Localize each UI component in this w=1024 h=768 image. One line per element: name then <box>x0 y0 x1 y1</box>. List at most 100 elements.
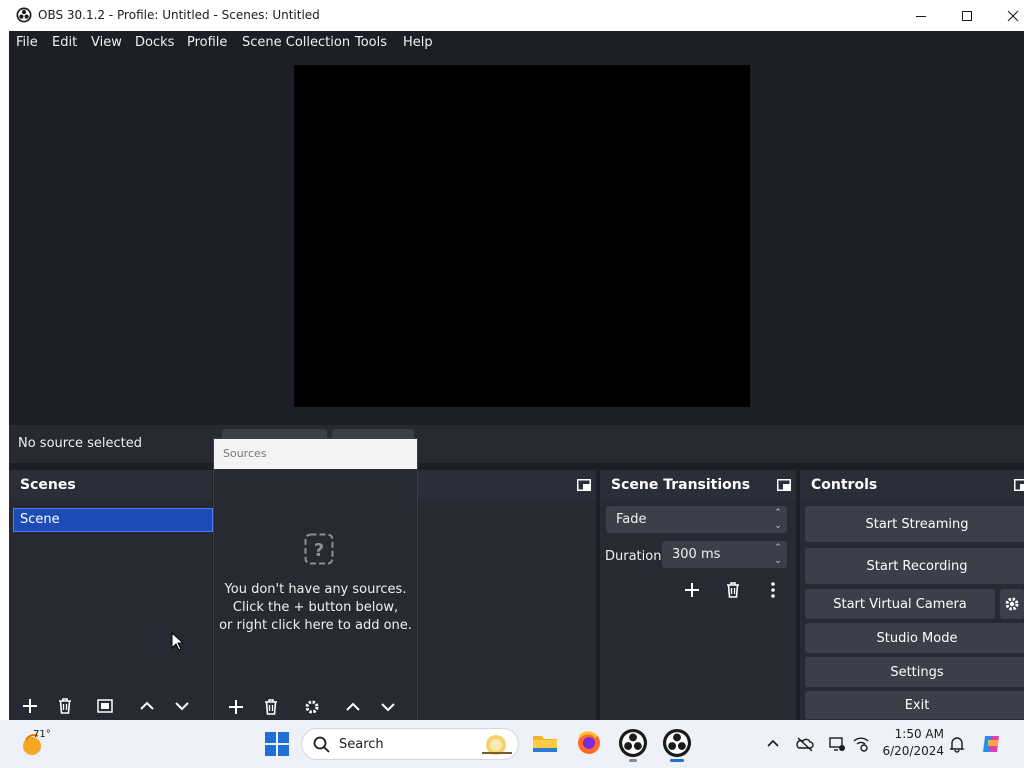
chevron-down-icon <box>381 703 395 712</box>
undock-icon <box>1014 479 1024 491</box>
search-label: Search <box>339 737 384 752</box>
menu-docks[interactable]: Docks <box>135 35 174 50</box>
empty-line-3: or right click here to add one. <box>219 618 412 633</box>
active-indicator <box>670 759 684 762</box>
taskbar-obs-2[interactable] <box>662 728 692 762</box>
spinner-arrows-icon: ⌃ ⌄ <box>774 543 782 566</box>
duration-label: Duration <box>605 549 662 564</box>
scene-transitions-dock: Scene Transitions Fade ⌃ ⌄ Duration 300 m… <box>600 470 796 720</box>
menu-profile[interactable]: Profile <box>187 35 227 50</box>
gear-icon <box>1005 597 1019 611</box>
question-icon: ? <box>304 533 334 565</box>
title-bar: OBS 30.1.2 - Profile: Untitled - Scenes:… <box>0 0 1024 31</box>
transition-select[interactable]: Fade ⌃ ⌄ <box>606 506 787 533</box>
move-source-up-button[interactable] <box>338 693 368 721</box>
transitions-dock-header: Scene Transitions <box>600 470 796 500</box>
sources-dock-titlebar[interactable]: Sources <box>214 439 417 469</box>
display-icon[interactable] <box>828 735 846 753</box>
menu-help[interactable]: Help <box>403 35 433 50</box>
undock-icon <box>577 479 591 491</box>
chevron-up-icon <box>346 702 360 711</box>
copilot-icon[interactable] <box>980 732 1004 756</box>
obs-logo-icon <box>662 728 692 758</box>
chevron-up-icon <box>140 701 154 710</box>
no-source-label: No source selected <box>18 436 142 451</box>
sources-dock-title: Sources <box>223 447 267 460</box>
remove-transition-button[interactable] <box>718 576 748 604</box>
start-recording-button[interactable]: Start Recording <box>805 548 1024 584</box>
transition-select-value: Fade <box>616 512 647 527</box>
start-virtual-camera-button[interactable]: Start Virtual Camera <box>805 589 995 619</box>
preview-canvas[interactable] <box>294 65 750 407</box>
filter-icon <box>97 699 113 713</box>
window-left-edge <box>0 31 9 720</box>
add-source-button[interactable] <box>221 693 251 721</box>
more-vertical-icon <box>771 582 775 598</box>
minimize-icon <box>916 15 926 17</box>
add-scene-button[interactable] <box>15 692 45 720</box>
window-title: OBS 30.1.2 - Profile: Untitled - Scenes:… <box>38 8 320 22</box>
trash-icon <box>727 582 739 598</box>
menu-scene-collection[interactable]: Scene Collection <box>242 35 350 50</box>
remove-scene-button[interactable] <box>50 692 80 720</box>
menu-edit[interactable]: Edit <box>52 35 77 50</box>
virtual-camera-settings-button[interactable] <box>1000 589 1024 619</box>
move-source-down-button[interactable] <box>373 693 403 721</box>
taskbar-firefox[interactable] <box>574 728 604 758</box>
scenes-dock: Scenes Scene <box>9 470 213 720</box>
trash-icon <box>265 699 277 715</box>
clock-time: 1:50 AM <box>894 727 944 741</box>
menu-file[interactable]: File <box>16 35 38 50</box>
menu-bar: File Edit View Docks Profile Scene Colle… <box>9 31 1024 55</box>
settings-button[interactable]: Settings <box>805 657 1024 687</box>
move-scene-down-button[interactable] <box>167 692 197 720</box>
menu-tools[interactable]: Tools <box>355 35 387 50</box>
sources-dock-floating[interactable]: Sources ? You don't have any sources. Cl… <box>213 438 418 721</box>
studio-mode-button[interactable]: Studio Mode <box>805 623 1024 653</box>
mouse-cursor-icon <box>171 632 184 651</box>
onedrive-offline-icon[interactable] <box>796 735 814 753</box>
start-button[interactable] <box>264 731 290 757</box>
select-arrows-icon: ⌃ ⌄ <box>774 508 782 531</box>
scene-list-item[interactable]: Scene <box>13 508 213 532</box>
windows-logo-icon <box>265 732 289 756</box>
taskbar-file-explorer[interactable] <box>530 728 560 758</box>
menu-view[interactable]: View <box>91 35 122 50</box>
notification-bell-icon[interactable] <box>948 735 966 753</box>
tray-chevron-up-icon[interactable] <box>764 735 782 753</box>
scene-filters-button[interactable] <box>90 692 120 720</box>
search-highlight-icon <box>482 735 512 755</box>
source-properties-button[interactable] <box>297 693 327 721</box>
folder-icon <box>533 736 557 752</box>
taskbar-clock[interactable]: 1:50 AM 6/20/2024 <box>880 726 944 760</box>
taskbar-search[interactable]: Search <box>301 728 519 760</box>
empty-line-1: You don't have any sources. <box>224 582 407 597</box>
scenes-dock-header: Scenes <box>9 470 212 500</box>
firefox-icon <box>578 731 600 754</box>
duration-value: 300 ms <box>672 547 721 562</box>
running-indicator <box>629 759 637 762</box>
plus-icon <box>229 700 243 714</box>
exit-button[interactable]: Exit <box>805 691 1024 719</box>
move-scene-up-button[interactable] <box>132 692 162 720</box>
sources-empty-message: You don't have any sources. Click the + … <box>214 581 417 635</box>
trash-icon <box>59 698 71 714</box>
scenes-dock-title: Scenes <box>20 477 76 493</box>
taskbar-obs-1[interactable] <box>618 728 648 762</box>
duration-input[interactable]: 300 ms ⌃ ⌄ <box>662 541 787 568</box>
close-button[interactable] <box>990 0 1024 31</box>
plus-icon <box>685 583 699 597</box>
transition-properties-button[interactable] <box>758 576 788 604</box>
controls-dock-title: Controls <box>811 477 878 493</box>
start-streaming-button[interactable]: Start Streaming <box>805 506 1024 542</box>
controls-dock-header: Controls <box>800 470 1024 500</box>
maximize-button[interactable] <box>944 0 990 31</box>
minimize-button[interactable] <box>898 0 944 31</box>
taskbar: 71° Search 1:50 AM 6/20/2024 <box>0 720 1024 768</box>
plus-icon <box>23 699 37 713</box>
search-icon <box>313 736 330 753</box>
remove-source-button[interactable] <box>256 693 286 721</box>
sources-dock-area <box>416 470 596 720</box>
add-transition-button[interactable] <box>677 576 707 604</box>
network-icon[interactable] <box>852 735 870 753</box>
